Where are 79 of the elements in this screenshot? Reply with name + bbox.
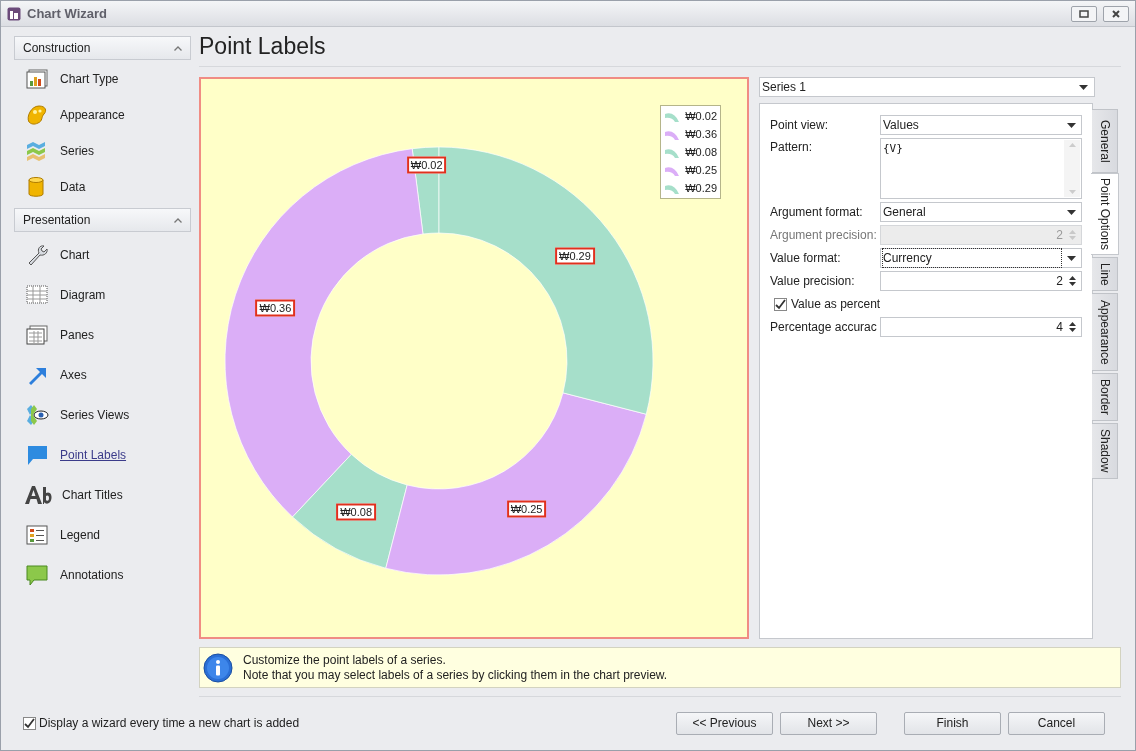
letters-icon xyxy=(24,483,52,507)
number-field[interactable]: 4 xyxy=(880,317,1082,337)
eye-icon xyxy=(24,403,50,427)
checkbox[interactable] xyxy=(23,716,36,730)
nav-item[interactable]: Chart xyxy=(60,246,90,264)
tab[interactable]: Appearance xyxy=(1092,293,1118,371)
close-button[interactable] xyxy=(1103,5,1129,22)
nav-item[interactable]: Panes xyxy=(60,326,95,344)
annotation-icon xyxy=(24,563,50,587)
series-dropdown[interactable]: Series 1 xyxy=(759,77,1095,97)
nav-item[interactable]: Point Labels xyxy=(60,446,127,464)
previous-button[interactable]: << Previous xyxy=(676,711,773,735)
panes-icon xyxy=(24,323,50,347)
checkmark-icon xyxy=(24,717,35,729)
grid-icon xyxy=(24,283,50,307)
nav-item[interactable]: Series Views xyxy=(60,406,130,424)
chart-area[interactable]: ₩0.02 ₩0.36 ₩0.08 ₩0.25 ₩0.29 ₩0.02 ₩0.36 ₩0.08 ₩0.25 ₩0.29 xyxy=(199,77,749,639)
dropdown[interactable]: General xyxy=(880,202,1082,222)
legend-label: ₩0.25 xyxy=(685,162,717,178)
checkmark-icon xyxy=(775,298,786,310)
number-field[interactable]: 2 xyxy=(880,271,1082,291)
legend-label: ₩0.29 xyxy=(685,180,717,196)
field-label: Argument format: xyxy=(770,204,864,221)
info-text: Customize the point labels of a series. xyxy=(243,652,447,668)
nav-item[interactable]: Appearance xyxy=(60,106,125,124)
nav-item[interactable]: Annotations xyxy=(60,566,124,584)
nav-item[interactable]: Legend xyxy=(60,526,101,544)
point-label[interactable]: ₩0.29 xyxy=(555,247,595,265)
tab[interactable]: Border xyxy=(1092,373,1118,421)
info-icon xyxy=(203,652,233,683)
tab[interactable]: Shadow xyxy=(1092,423,1118,479)
checkbox-label: Value as percent xyxy=(791,296,881,313)
legend-label: ₩0.08 xyxy=(685,144,717,160)
checkbox[interactable] xyxy=(774,297,787,311)
restore-icon xyxy=(1079,9,1089,18)
point-label[interactable]: ₩0.36 xyxy=(255,299,296,317)
field-label: Argument precision: xyxy=(770,227,878,244)
scroll-arrow-icon xyxy=(1068,143,1076,147)
legend-label: ₩0.36 xyxy=(685,126,717,142)
nav-item[interactable]: Chart Type xyxy=(60,70,119,88)
restore-button[interactable] xyxy=(1071,5,1097,22)
cancel-button[interactable]: Cancel xyxy=(1008,711,1105,735)
group-header[interactable]: Construction xyxy=(14,36,191,60)
scroll-arrow-icon xyxy=(1068,190,1076,194)
close-icon xyxy=(1111,8,1121,19)
app-icon xyxy=(7,6,21,21)
nav-item[interactable]: Data xyxy=(60,178,86,196)
window-title: Chart Wizard xyxy=(27,4,108,23)
dropdown-arrow-icon xyxy=(1067,209,1076,215)
group-header[interactable]: Presentation xyxy=(14,208,191,232)
legend-icon xyxy=(24,523,50,547)
field-label: Point view: xyxy=(770,117,830,134)
field-label: Value format: xyxy=(770,250,842,267)
nav-item[interactable]: Diagram xyxy=(60,286,106,304)
chart-type-icon xyxy=(24,67,50,91)
dropdown-arrow-icon xyxy=(1067,122,1076,128)
dropdown-arrow-icon xyxy=(1067,255,1076,261)
point-label[interactable]: ₩0.25 xyxy=(506,500,547,518)
dropdown[interactable]: Values xyxy=(880,115,1082,135)
checkbox-label: Display a wizard every time a new chart is added xyxy=(39,715,300,732)
legend-label: ₩0.02 xyxy=(685,108,717,124)
dropdown-arrow-icon xyxy=(1079,84,1088,90)
tab[interactable]: Point Options xyxy=(1091,173,1119,255)
tab[interactable]: Line xyxy=(1092,257,1118,291)
nav-item[interactable]: Axes xyxy=(60,366,87,384)
nav-item[interactable]: Chart Titles xyxy=(62,486,123,504)
field-label: Value precision: xyxy=(770,273,856,290)
field-label: Pattern: xyxy=(770,139,814,156)
info-text: Note that you may select labels of a series by clicking them in the chart preview. xyxy=(243,667,668,683)
finish-button[interactable]: Finish xyxy=(904,711,1001,735)
point-label[interactable]: ₩0.08 xyxy=(336,503,376,521)
page-title: Point Labels xyxy=(199,32,326,62)
point-label[interactable]: ₩0.02 xyxy=(406,156,447,174)
dropdown[interactable]: Currency xyxy=(880,248,1082,268)
next-button[interactable]: Next >> xyxy=(780,711,877,735)
field-label: Percentage accurac xyxy=(770,319,878,336)
nav-item[interactable]: Series xyxy=(60,142,94,160)
tab[interactable]: General xyxy=(1092,109,1118,173)
pattern-field[interactable]: {V} xyxy=(880,138,1082,199)
